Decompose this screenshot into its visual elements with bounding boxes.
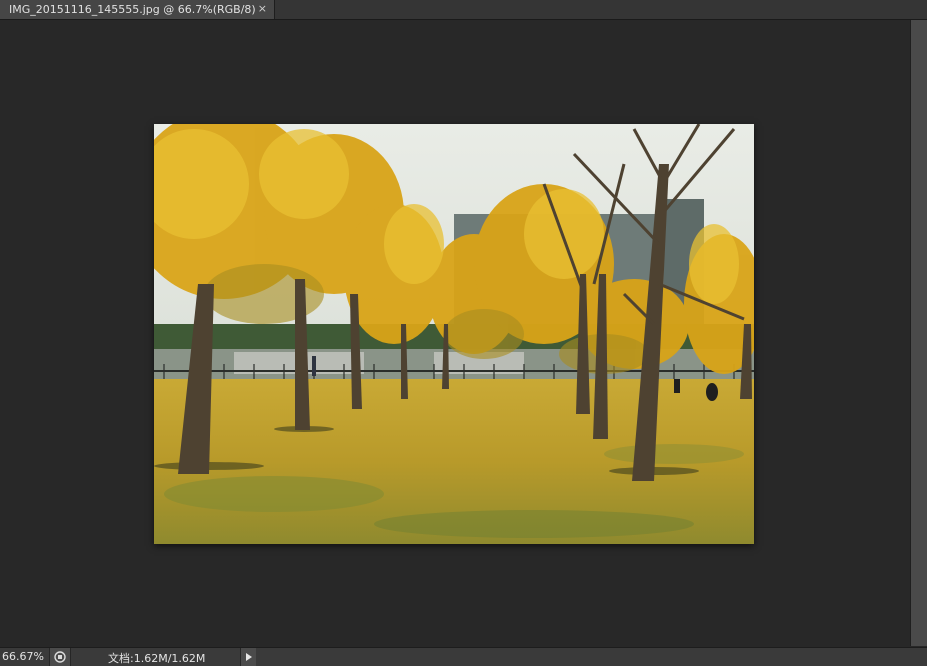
document-size-info: 文档:1.62M/1.62M bbox=[108, 652, 206, 665]
close-icon[interactable]: × bbox=[258, 2, 267, 15]
status-menu-button[interactable] bbox=[240, 648, 256, 666]
status-bar: 66.67% 文档:1.62M/1.62M bbox=[0, 647, 927, 666]
status-info-icon[interactable] bbox=[49, 648, 71, 666]
document-tab-bar: IMG_20151116_145555.jpg @ 66.7%(RGB/8) × bbox=[0, 0, 927, 20]
right-arrow-icon bbox=[245, 653, 252, 661]
document-tab-title: IMG_20151116_145555.jpg @ 66.7%(RGB/8) bbox=[9, 3, 256, 16]
status-bar-fill bbox=[256, 648, 927, 666]
canvas-area[interactable] bbox=[0, 20, 910, 646]
document-tab[interactable]: IMG_20151116_145555.jpg @ 66.7%(RGB/8) × bbox=[0, 0, 275, 19]
vertical-scrollbar[interactable] bbox=[910, 20, 927, 646]
zoom-level[interactable]: 66.67% bbox=[2, 650, 44, 663]
document-image bbox=[154, 124, 754, 544]
